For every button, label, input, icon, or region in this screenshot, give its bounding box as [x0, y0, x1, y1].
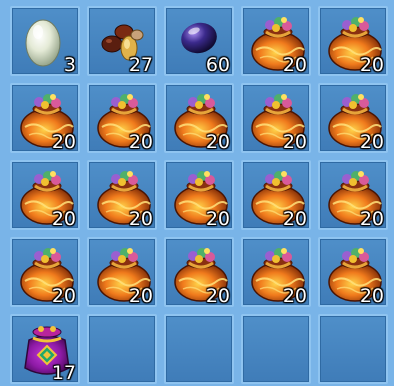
item-quantity: 3 [63, 54, 76, 76]
item-quantity: 20 [282, 54, 307, 76]
inventory-slot[interactable]: 20 [318, 237, 388, 307]
inventory-slot[interactable]: 20 [10, 83, 80, 153]
inventory-slot[interactable]: 20 [164, 83, 234, 153]
inventory-slot[interactable]: 20 [318, 160, 388, 230]
item-quantity: 20 [128, 285, 153, 307]
item-quantity: 27 [128, 54, 153, 76]
inventory-slot[interactable]: 20 [318, 6, 388, 76]
item-quantity: 20 [282, 285, 307, 307]
inventory-slot-empty[interactable] [318, 314, 388, 384]
inventory-slot[interactable]: 3 [10, 6, 80, 76]
inventory-slot-empty[interactable] [87, 314, 157, 384]
item-quantity: 20 [205, 208, 230, 230]
item-quantity: 17 [51, 362, 76, 384]
item-quantity: 20 [128, 208, 153, 230]
inventory-slot[interactable]: 20 [87, 160, 157, 230]
item-quantity: 20 [282, 131, 307, 153]
inventory-slot[interactable]: 20 [164, 160, 234, 230]
item-quantity: 20 [359, 54, 384, 76]
item-quantity: 60 [205, 54, 230, 76]
inventory-slot[interactable]: 20 [10, 160, 80, 230]
inventory-slot[interactable]: 20 [164, 237, 234, 307]
inventory-slot[interactable]: 20 [87, 83, 157, 153]
item-quantity: 20 [51, 131, 76, 153]
inventory-grid: 3 27 60 20 20 20 20 20 20 20 20 20 20 20… [0, 0, 394, 386]
inventory-slot[interactable]: 60 [164, 6, 234, 76]
inventory-slot-empty[interactable] [241, 314, 311, 384]
inventory-slot-empty[interactable] [164, 314, 234, 384]
item-quantity: 20 [205, 131, 230, 153]
item-quantity: 20 [205, 285, 230, 307]
item-quantity: 20 [359, 285, 384, 307]
inventory-slot[interactable]: 20 [10, 237, 80, 307]
item-quantity: 20 [51, 285, 76, 307]
inventory-slot[interactable]: 20 [241, 83, 311, 153]
item-quantity: 20 [51, 208, 76, 230]
inventory-slot[interactable]: 20 [318, 83, 388, 153]
inventory-slot[interactable]: 20 [87, 237, 157, 307]
inventory-slot[interactable]: 20 [241, 6, 311, 76]
inventory-slot[interactable]: 20 [241, 237, 311, 307]
item-quantity: 20 [128, 131, 153, 153]
item-quantity: 20 [359, 208, 384, 230]
inventory-slot[interactable]: 17 [10, 314, 80, 384]
inventory-slot[interactable]: 20 [241, 160, 311, 230]
inventory-slot[interactable]: 27 [87, 6, 157, 76]
item-quantity: 20 [359, 131, 384, 153]
item-quantity: 20 [282, 208, 307, 230]
